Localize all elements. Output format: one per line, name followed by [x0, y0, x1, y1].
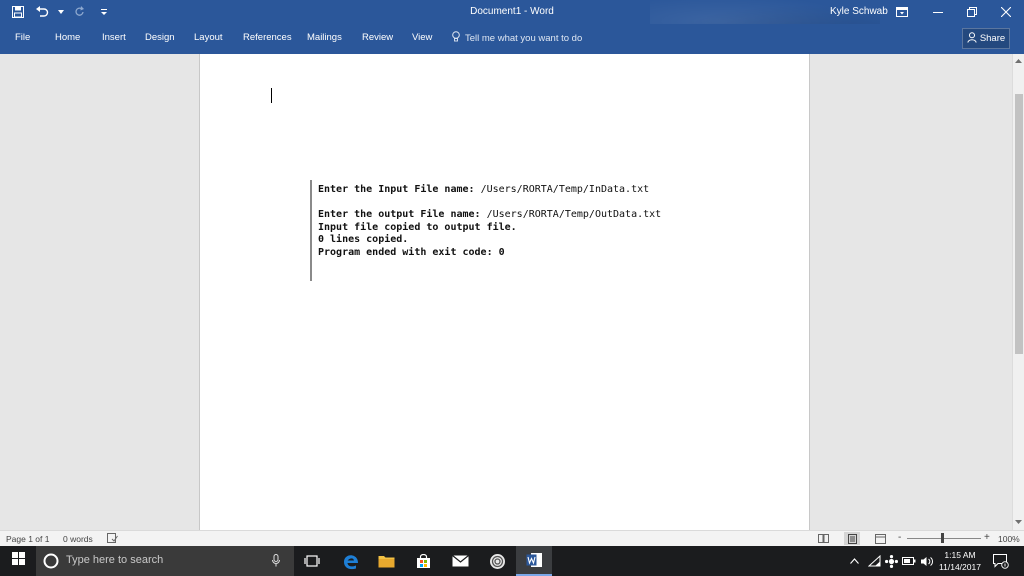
tab-home[interactable]: Home	[55, 32, 80, 43]
taskbar-search-box[interactable]: Type here to search	[36, 546, 294, 576]
word-count[interactable]: 0 words	[63, 534, 93, 544]
windows-logo-icon	[12, 552, 25, 570]
text-cursor	[271, 88, 272, 103]
start-button[interactable]	[0, 546, 36, 576]
tab-review[interactable]: Review	[362, 32, 393, 43]
ribbon-display-options-icon[interactable]	[896, 4, 910, 18]
output-line: Enter the Input File name: /Users/RORTA/…	[318, 184, 710, 197]
taskbar: Type here to search 1:15 AM 11/14/20	[0, 546, 1024, 576]
minimize-icon[interactable]	[921, 0, 955, 24]
page-count[interactable]: Page 1 of 1	[6, 534, 49, 544]
output-line: Input file copied to output file.	[318, 222, 710, 235]
person-icon	[967, 32, 977, 46]
print-layout-icon[interactable]	[844, 532, 860, 545]
show-hidden-icons-icon[interactable]	[847, 546, 861, 576]
scroll-down-icon[interactable]	[1013, 516, 1024, 528]
tab-insert[interactable]: Insert	[102, 32, 126, 43]
document-canvas: Enter the Input File name: /Users/RORTA/…	[0, 54, 1012, 530]
zoom-slider[interactable]	[907, 538, 981, 539]
tab-mailings[interactable]: Mailings	[307, 32, 342, 43]
power-icon[interactable]	[901, 546, 917, 576]
output-line: Program ended with exit code: 0	[318, 247, 710, 260]
zoom-out-button[interactable]: -	[898, 532, 901, 543]
share-button[interactable]: Share	[962, 28, 1010, 49]
read-mode-icon[interactable]	[815, 532, 831, 545]
restore-icon[interactable]	[955, 0, 989, 24]
output-line: 0 lines copied.	[318, 234, 710, 247]
mail-icon[interactable]	[442, 546, 478, 576]
taskbar-clock[interactable]: 1:15 AM 11/14/2017	[930, 549, 990, 573]
scroll-up-icon[interactable]	[1013, 55, 1024, 67]
proofing-icon[interactable]	[107, 533, 118, 545]
action-center-icon[interactable]	[991, 546, 1011, 576]
file-explorer-icon[interactable]	[368, 546, 404, 576]
tab-layout[interactable]: Layout	[194, 32, 223, 43]
tell-me-search[interactable]: Tell me what you want to do	[452, 31, 582, 45]
zoom-level[interactable]: 100%	[998, 534, 1020, 544]
app-spiral-icon[interactable]	[479, 546, 515, 576]
clock-time: 1:15 AM	[930, 549, 990, 561]
scrollbar-thumb[interactable]	[1015, 94, 1023, 354]
document-page[interactable]: Enter the Input File name: /Users/RORTA/…	[199, 54, 810, 530]
zoom-slider-thumb[interactable]	[941, 533, 944, 543]
clock-date: 11/14/2017	[930, 561, 990, 573]
task-view-icon[interactable]	[294, 546, 330, 576]
network-icon[interactable]	[866, 546, 882, 576]
share-label: Share	[980, 33, 1005, 44]
microphone-icon[interactable]	[272, 554, 280, 572]
tab-file[interactable]: File	[15, 32, 30, 43]
zoom-in-button[interactable]: +	[984, 532, 990, 543]
tell-me-text: Tell me what you want to do	[465, 33, 582, 44]
ribbon-tabs: File Home Insert Design Layout Reference…	[0, 24, 1024, 54]
cortana-icon	[43, 553, 59, 574]
tab-view[interactable]: View	[412, 32, 432, 43]
status-bar: Page 1 of 1 0 words - + 100%	[0, 530, 1024, 546]
tab-design[interactable]: Design	[145, 32, 175, 43]
output-line: Enter the output File name: /Users/RORTA…	[318, 209, 710, 222]
lightbulb-icon	[452, 31, 460, 45]
system-status-icon[interactable]	[883, 546, 899, 576]
vertical-scrollbar[interactable]	[1012, 54, 1024, 530]
title-bar: Document1 - Word Kyle Schwab	[0, 0, 1024, 24]
close-icon[interactable]	[989, 0, 1023, 24]
edge-browser-icon[interactable]	[332, 546, 368, 576]
user-name[interactable]: Kyle Schwab	[830, 6, 888, 17]
web-layout-icon[interactable]	[872, 532, 888, 545]
store-icon[interactable]	[405, 546, 441, 576]
search-placeholder: Type here to search	[66, 554, 163, 566]
console-output-image: Enter the Input File name: /Users/RORTA/…	[310, 180, 710, 281]
tab-references[interactable]: References	[243, 32, 292, 43]
word-app-icon[interactable]	[516, 546, 552, 576]
